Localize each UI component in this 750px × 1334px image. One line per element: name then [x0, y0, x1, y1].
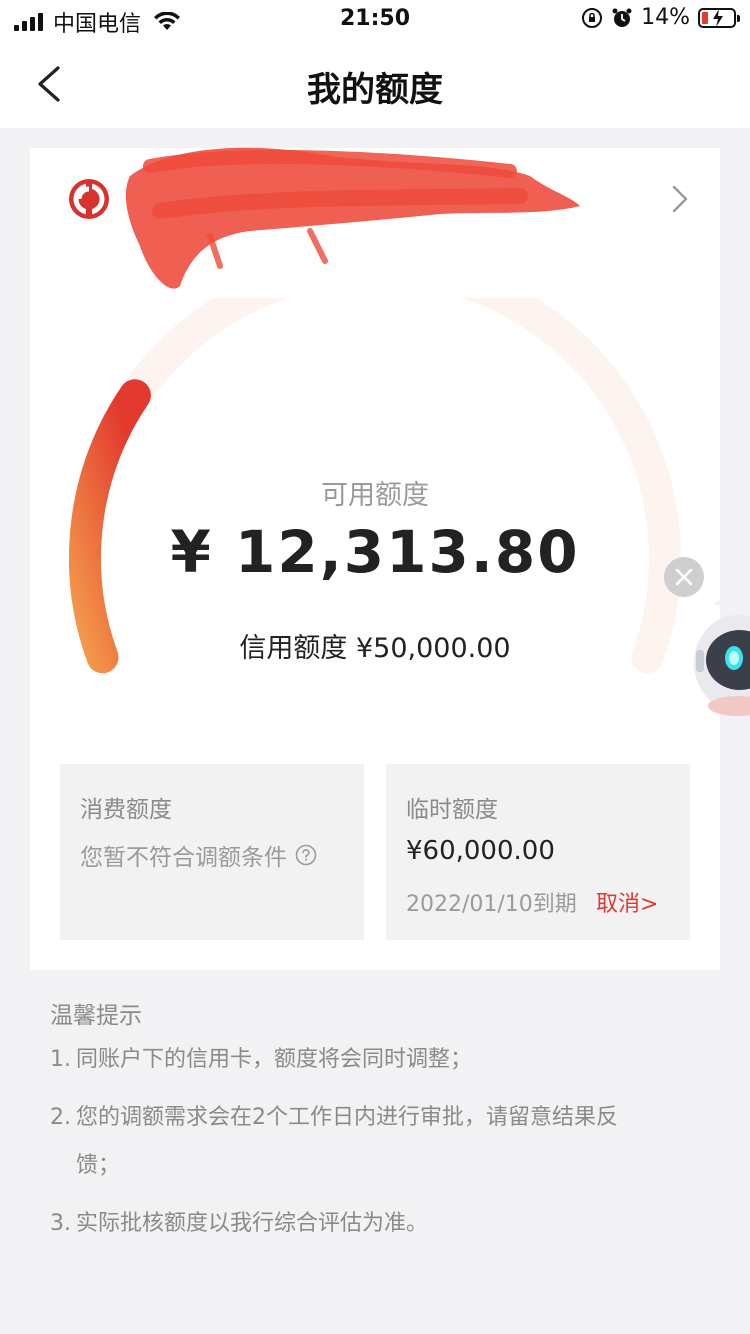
- credit-limit-card: 可用额度 ¥ 12,313.80 信用额度 ¥50,000.00 消费额度 您暂…: [30, 147, 720, 970]
- battery-charging-icon: [698, 7, 740, 28]
- page-title: 我的额度: [307, 70, 443, 110]
- tip-item-3: 3. 实际批核额度以我行综合评估为准。: [50, 1200, 690, 1248]
- consumption-limit-note: 您暂不符合调额条件: [80, 845, 287, 871]
- temporary-limit-expiry: 2022/01/10到期: [406, 892, 577, 917]
- close-assistant-button[interactable]: [664, 557, 704, 597]
- available-credit-label: 可用额度: [321, 480, 429, 511]
- alarm-icon: [612, 8, 632, 27]
- tip-text: 您的调额需求会在2个工作日内进行审批，请留意结果反: [76, 1105, 618, 1130]
- close-icon: [675, 568, 693, 586]
- temporary-limit-title: 临时额度: [406, 797, 498, 823]
- credit-line-text: 信用额度 ¥50,000.00: [239, 633, 511, 664]
- available-credit-amount: ¥ 12,313.80: [170, 518, 580, 586]
- bank-card-row[interactable]: [30, 147, 720, 289]
- chevron-right-icon: [672, 185, 688, 213]
- tip-text: 同账户下的信用卡，额度将会同时调整；: [76, 1047, 473, 1072]
- bank-logo-icon: [69, 179, 109, 219]
- consumption-limit-panel: 消费额度 您暂不符合调额条件: [60, 764, 364, 940]
- redacted-scribble: [125, 147, 581, 289]
- status-bar: 中国电信 21:50 14%: [0, 0, 750, 40]
- cancel-temporary-limit-link[interactable]: 取消>: [596, 886, 658, 918]
- rotation-lock-icon: [582, 7, 603, 28]
- consumption-limit-title: 消费额度: [80, 797, 172, 823]
- temporary-limit-panel: 临时额度 ¥60,000.00 2022/01/10到期 取消>: [386, 764, 690, 940]
- tip-number: 3.: [50, 1211, 71, 1236]
- question-circle-icon[interactable]: [295, 844, 317, 866]
- tip-text: 实际批核额度以我行综合评估为准。: [76, 1211, 429, 1236]
- tip-item-1: 1. 同账户下的信用卡，额度将会同时调整；: [50, 1036, 690, 1084]
- temporary-limit-amount: ¥60,000.00: [406, 836, 555, 866]
- tip-number: 2.: [50, 1105, 71, 1130]
- consumption-limit-note-row: 您暂不符合调额条件: [80, 838, 317, 872]
- tips-title: 温馨提示: [50, 1003, 142, 1029]
- nav-bar: 我的额度: [0, 40, 750, 128]
- tip-text-continued: 馈；: [76, 1153, 121, 1178]
- status-right: 14%: [581, 5, 740, 30]
- battery-percent: 14%: [641, 5, 690, 30]
- tip-item-2: 2. 您的调额需求会在2个工作日内进行审批，请留意结果反 馈；: [50, 1094, 690, 1190]
- assistant-robot-icon[interactable]: [694, 598, 750, 728]
- tip-number: 1.: [50, 1047, 71, 1072]
